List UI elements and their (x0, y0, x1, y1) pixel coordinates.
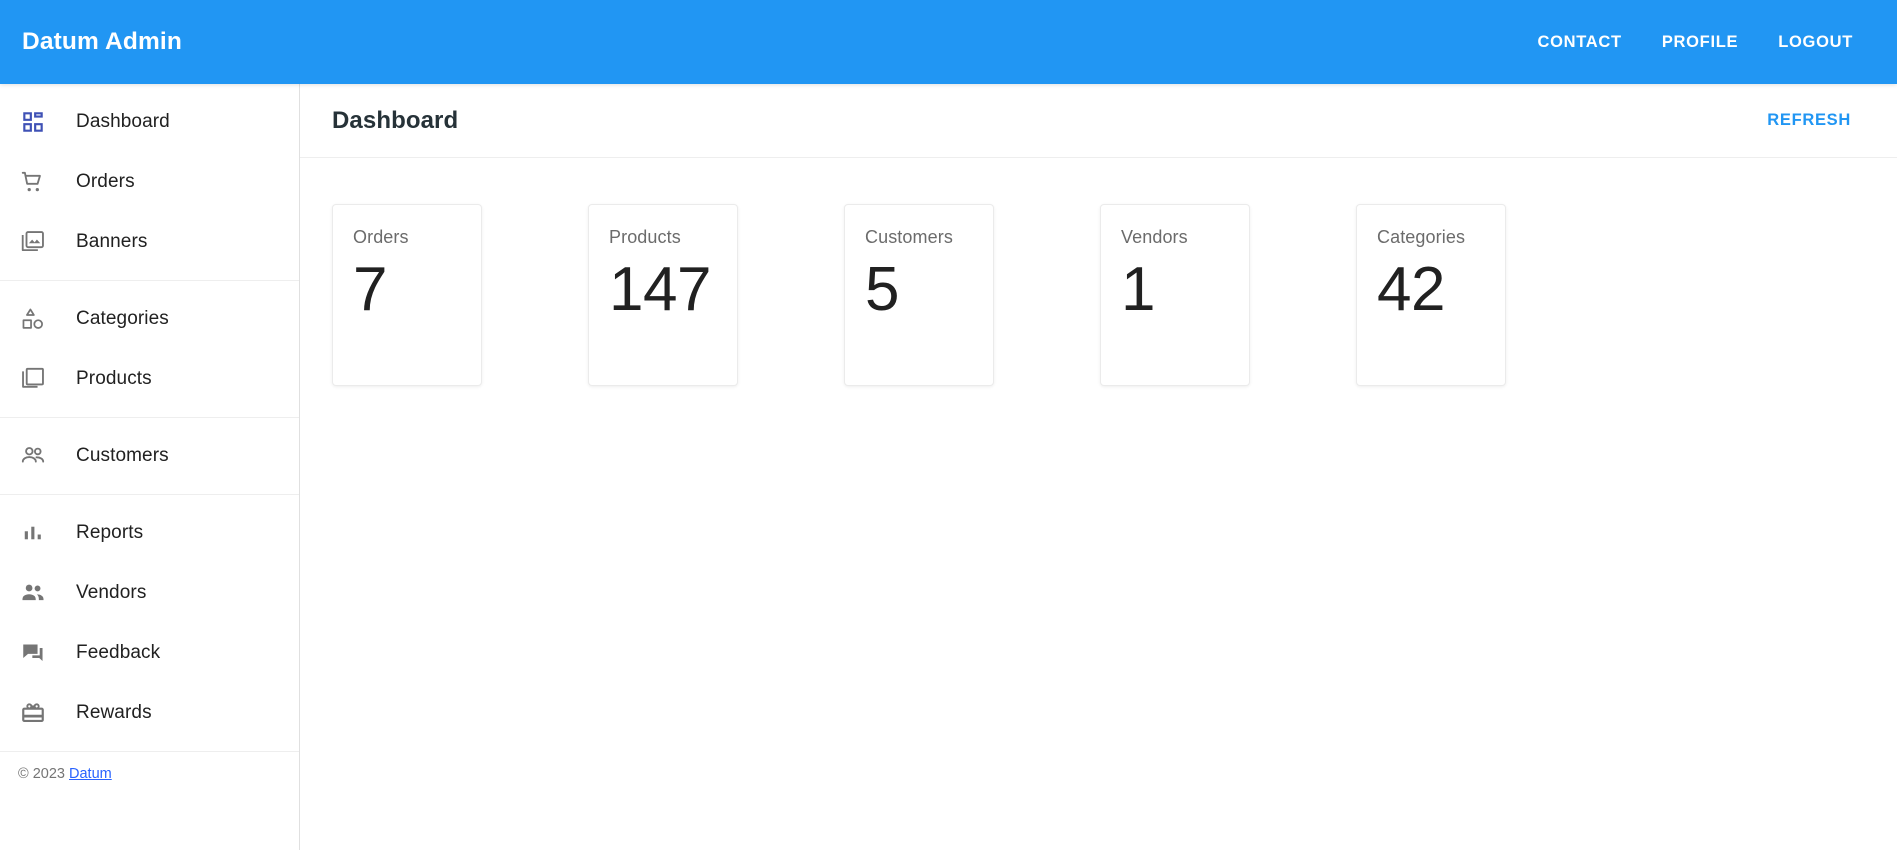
card-giftcard-icon (18, 698, 48, 728)
sidebar-label-reports: Reports (76, 522, 144, 543)
sidebar-label-rewards: Rewards (76, 702, 152, 723)
stat-card-products[interactable]: Products 147 (588, 204, 738, 386)
sidebar-item-feedback[interactable]: Feedback (0, 623, 299, 683)
main-content: Dashboard REFRESH Orders 7 Products 147 … (300, 84, 1897, 850)
photo-library-icon (18, 227, 48, 257)
layers-copy-icon (18, 364, 48, 394)
sidebar-item-banners[interactable]: Banners (0, 212, 299, 272)
appbar-nav: CONTACT PROFILE LOGOUT (1517, 23, 1875, 62)
stat-label-vendors: Vendors (1121, 227, 1188, 247)
sidebar-item-dashboard[interactable]: Dashboard (0, 92, 299, 152)
sidebar: Dashboard Orders Banners Categories Prod… (0, 84, 300, 850)
nav-link-contact[interactable]: CONTACT (1517, 23, 1641, 62)
sidebar-item-rewards[interactable]: Rewards (0, 683, 299, 743)
page-header: Dashboard REFRESH (300, 84, 1897, 158)
shopping-cart-icon (18, 167, 48, 197)
stat-card-categories[interactable]: Categories 42 (1356, 204, 1506, 386)
bar-chart-icon (18, 518, 48, 548)
nav-link-logout[interactable]: LOGOUT (1758, 23, 1875, 62)
comment-bubbles-icon (18, 638, 48, 668)
sidebar-item-categories[interactable]: Categories (0, 289, 299, 349)
sidebar-group-main: Dashboard Orders Banners (0, 84, 299, 280)
people-filled-icon (18, 578, 48, 608)
sidebar-item-vendors[interactable]: Vendors (0, 563, 299, 623)
sidebar-label-feedback: Feedback (76, 642, 161, 663)
sidebar-label-banners: Banners (76, 231, 148, 252)
sidebar-group-catalog: Categories Products (0, 280, 299, 417)
stat-label-categories: Categories (1377, 227, 1466, 247)
stat-label-products: Products (609, 227, 681, 247)
stat-value-orders: 7 (353, 255, 387, 324)
stat-value-categories: 42 (1377, 255, 1445, 324)
stat-value-customers: 5 (865, 255, 899, 324)
stat-value-vendors: 1 (1121, 255, 1155, 324)
footer-link-datum[interactable]: Datum (69, 766, 112, 782)
stat-label-customers: Customers (865, 227, 953, 247)
refresh-button[interactable]: REFRESH (1759, 101, 1859, 140)
stat-label-orders: Orders (353, 227, 409, 247)
stat-value-products: 147 (609, 255, 711, 324)
sidebar-label-products: Products (76, 368, 152, 389)
stat-card-orders[interactable]: Orders 7 (332, 204, 482, 386)
sidebar-item-products[interactable]: Products (0, 349, 299, 409)
sidebar-label-orders: Orders (76, 171, 135, 192)
sidebar-item-reports[interactable]: Reports (0, 503, 299, 563)
people-outline-icon (18, 441, 48, 471)
sidebar-label-vendors: Vendors (76, 582, 147, 603)
nav-link-profile[interactable]: PROFILE (1642, 23, 1758, 62)
sidebar-label-categories: Categories (76, 308, 169, 329)
sidebar-label-dashboard: Dashboard (76, 111, 170, 132)
stat-cards-row: Orders 7 Products 147 Customers 5 Vendor… (300, 158, 1897, 386)
copyright-text: © 2023 (18, 766, 65, 782)
admin-dashboard-page: Datum Admin CONTACT PROFILE LOGOUT Dashb… (0, 0, 1897, 850)
top-app-bar: Datum Admin CONTACT PROFILE LOGOUT (0, 0, 1897, 84)
sidebar-label-customers: Customers (76, 445, 169, 466)
category-shapes-icon (18, 304, 48, 334)
dashboard-icon (18, 107, 48, 137)
page-title: Dashboard (332, 106, 459, 134)
sidebar-item-orders[interactable]: Orders (0, 152, 299, 212)
stat-card-customers[interactable]: Customers 5 (844, 204, 994, 386)
sidebar-group-tools: Reports Vendors Feedback Rewards (0, 494, 299, 751)
app-brand-title: Datum Admin (22, 28, 182, 55)
stat-card-vendors[interactable]: Vendors 1 (1100, 204, 1250, 386)
sidebar-group-people: Customers (0, 417, 299, 494)
sidebar-footer-copyright: © 2023 Datum (0, 751, 299, 782)
sidebar-item-customers[interactable]: Customers (0, 426, 299, 486)
